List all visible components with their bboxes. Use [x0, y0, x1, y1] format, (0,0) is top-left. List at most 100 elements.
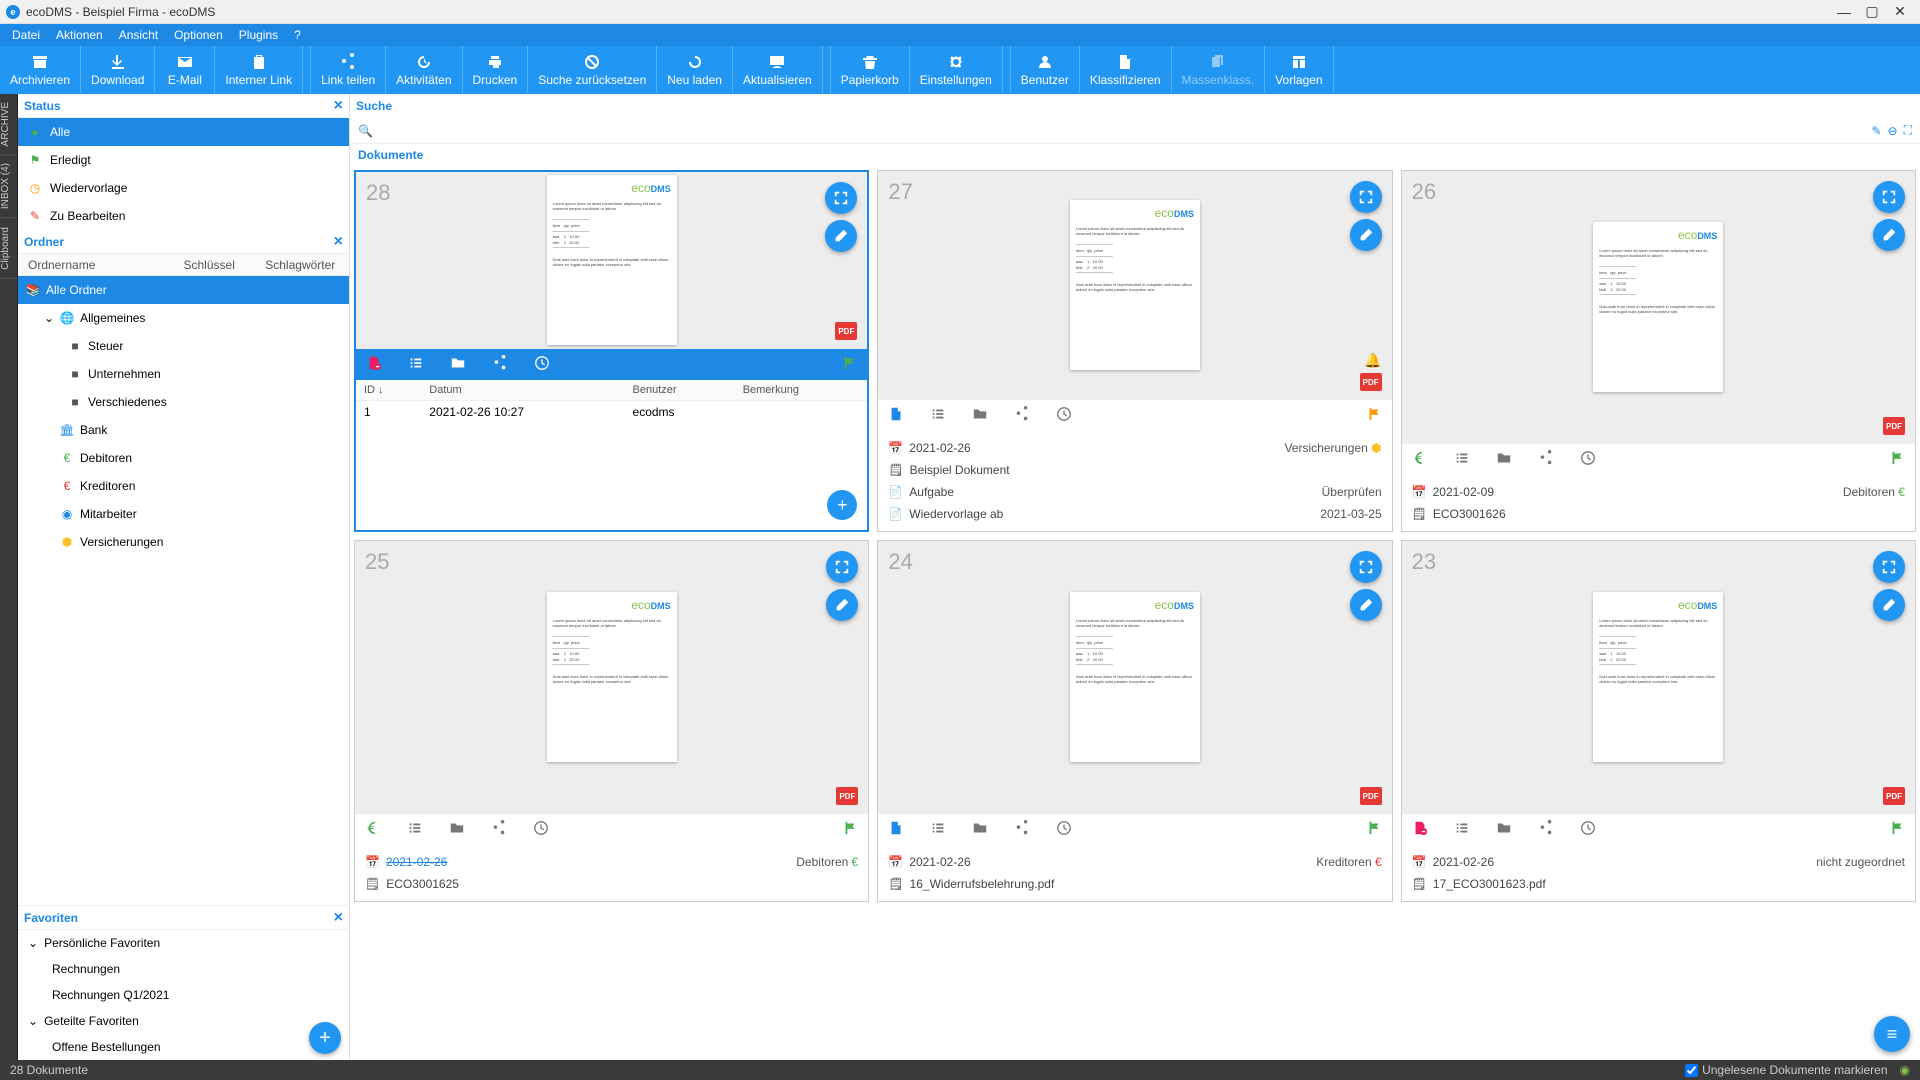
history-icon[interactable] [1580, 820, 1596, 839]
document-card[interactable]: 25ecoDMSLorem ipsum dolor sit amet conse… [354, 540, 869, 902]
menu-item[interactable]: Ansicht [111, 28, 166, 42]
folder-icon[interactable] [450, 355, 466, 374]
vertical-tab[interactable]: Clipboard [0, 219, 17, 279]
share-icon[interactable] [1014, 820, 1030, 839]
detail-column-header[interactable]: Benutzer [625, 380, 735, 401]
toolbar-download-button[interactable]: Download [81, 46, 155, 94]
toolbar-neuladen-button[interactable]: Neu laden [657, 46, 733, 94]
toolbar-archivieren-button[interactable]: Archivieren [0, 46, 81, 94]
add-button[interactable]: + [309, 1022, 341, 1054]
toolbar-einstellungen-button[interactable]: Einstellungen [910, 46, 1003, 94]
type-icon[interactable] [1412, 450, 1428, 469]
favorite-item[interactable]: Offene Bestellungen [18, 1034, 349, 1060]
close-icon[interactable]: × [334, 97, 343, 115]
detail-column-header[interactable]: Bemerkung [735, 380, 868, 401]
history-icon[interactable] [533, 820, 549, 839]
folder-item[interactable]: €Debitoren [18, 444, 349, 472]
fullscreen-button[interactable] [1873, 551, 1905, 583]
fullscreen-button[interactable] [826, 551, 858, 583]
edit-button[interactable] [826, 589, 858, 621]
edit-button[interactable] [1350, 589, 1382, 621]
list-icon[interactable] [407, 820, 423, 839]
folder-item[interactable]: 🏛Bank [18, 416, 349, 444]
history-icon[interactable] [1056, 820, 1072, 839]
status-item[interactable]: ⚑Erledigt [18, 146, 349, 174]
flag-icon[interactable] [841, 355, 857, 374]
toolbar-linkteilen-button[interactable]: Link teilen [311, 46, 386, 94]
toolbar-massenklass-button[interactable]: Massenklass. [1172, 46, 1266, 94]
share-icon[interactable] [492, 355, 508, 374]
vertical-tab[interactable]: INBOX (4) [0, 155, 17, 218]
favorites-group[interactable]: ⌄ Geteilte Favoriten [18, 1008, 349, 1034]
minimize-button[interactable]: — [1830, 4, 1858, 20]
toolbar-papierkorb-button[interactable]: Papierkorb [831, 46, 910, 94]
flag-icon[interactable] [842, 820, 858, 839]
fullscreen-button[interactable] [1350, 551, 1382, 583]
folder-column-header[interactable]: Schlagwörter [261, 258, 343, 272]
view-mode-button[interactable]: ≡ [1874, 1016, 1910, 1052]
toolbar-suchezurcksetzen-button[interactable]: Suche zurücksetzen [528, 46, 657, 94]
folder-item[interactable]: ■Verschiedenes [18, 388, 349, 416]
history-icon[interactable] [534, 355, 550, 374]
document-card[interactable]: 23ecoDMSLorem ipsum dolor sit amet conse… [1401, 540, 1916, 902]
list-icon[interactable] [930, 820, 946, 839]
share-icon[interactable] [1538, 820, 1554, 839]
type-icon[interactable] [365, 820, 381, 839]
edit-button[interactable] [1873, 219, 1905, 251]
folder-item[interactable]: 📚Alle Ordner [18, 276, 349, 304]
edit-button[interactable] [1350, 219, 1382, 251]
menu-item[interactable]: ? [286, 28, 309, 42]
close-icon[interactable]: × [334, 909, 343, 927]
close-icon[interactable]: × [334, 233, 343, 251]
type-icon[interactable] [366, 355, 382, 374]
folder-item[interactable]: €Kreditoren [18, 472, 349, 500]
folder-icon[interactable] [449, 820, 465, 839]
toolbar-aktivitten-button[interactable]: Aktivitäten [386, 46, 462, 94]
flag-icon[interactable] [1889, 820, 1905, 839]
detail-column-header[interactable]: Datum [421, 380, 624, 401]
type-icon[interactable] [1412, 820, 1428, 839]
fullscreen-button[interactable] [825, 182, 857, 214]
document-thumbnail[interactable]: ecoDMSLorem ipsum dolor sit amet consect… [1070, 200, 1200, 370]
type-icon[interactable] [888, 406, 904, 425]
folder-item[interactable]: ◉Mitarbeiter [18, 500, 349, 528]
type-icon[interactable] [888, 820, 904, 839]
flag-icon[interactable] [1366, 406, 1382, 425]
flag-icon[interactable] [1366, 820, 1382, 839]
favorites-group[interactable]: ⌄ Persönliche Favoriten [18, 930, 349, 956]
toolbar-internerlink-button[interactable]: Interner Link [215, 46, 303, 94]
menu-item[interactable]: Datei [4, 28, 48, 42]
folder-column-header[interactable]: Ordnername [24, 258, 180, 272]
folder-item[interactable]: ⌄🌐Allgemeines [18, 304, 349, 332]
share-icon[interactable] [1538, 450, 1554, 469]
edit-icon[interactable]: ✎ [1871, 124, 1881, 138]
document-card[interactable]: 24ecoDMSLorem ipsum dolor sit amet conse… [877, 540, 1392, 902]
status-item[interactable]: ●Alle [18, 118, 349, 146]
fullscreen-button[interactable] [1873, 181, 1905, 213]
toolbar-klassifizieren-button[interactable]: Klassifizieren [1080, 46, 1172, 94]
folder-icon[interactable] [972, 406, 988, 425]
folder-icon[interactable] [1496, 450, 1512, 469]
unread-toggle[interactable]: Ungelesene Dokumente markieren [1685, 1063, 1887, 1077]
close-button[interactable]: ✕ [1886, 3, 1914, 20]
document-card[interactable]: 28ecoDMSLorem ipsum dolor sit amet conse… [354, 170, 869, 532]
add-row-button[interactable]: + [827, 490, 857, 520]
toolbar-email-button[interactable]: E-Mail [155, 46, 215, 94]
document-card[interactable]: 26ecoDMSLorem ipsum dolor sit amet conse… [1401, 170, 1916, 532]
document-thumbnail[interactable]: ecoDMSLorem ipsum dolor sit amet consect… [1070, 592, 1200, 762]
list-icon[interactable] [1454, 820, 1470, 839]
maximize-button[interactable]: ▢ [1858, 3, 1886, 20]
toolbar-aktualisieren-button[interactable]: Aktualisieren [733, 46, 823, 94]
favorite-item[interactable]: Rechnungen Q1/2021 [18, 982, 349, 1008]
folder-item[interactable]: ⬢Versicherungen [18, 528, 349, 556]
document-thumbnail[interactable]: ecoDMSLorem ipsum dolor sit amet consect… [547, 592, 677, 762]
share-icon[interactable] [491, 820, 507, 839]
list-icon[interactable] [1454, 450, 1470, 469]
chevron-down-icon[interactable]: ⌄ [44, 311, 54, 325]
document-card[interactable]: 27ecoDMSLorem ipsum dolor sit amet conse… [877, 170, 1392, 532]
folder-item[interactable]: ■Steuer [18, 332, 349, 360]
list-icon[interactable] [930, 406, 946, 425]
flag-icon[interactable] [1889, 450, 1905, 469]
toolbar-benutzer-button[interactable]: Benutzer [1011, 46, 1080, 94]
folder-column-header[interactable]: Schlüssel [180, 258, 262, 272]
